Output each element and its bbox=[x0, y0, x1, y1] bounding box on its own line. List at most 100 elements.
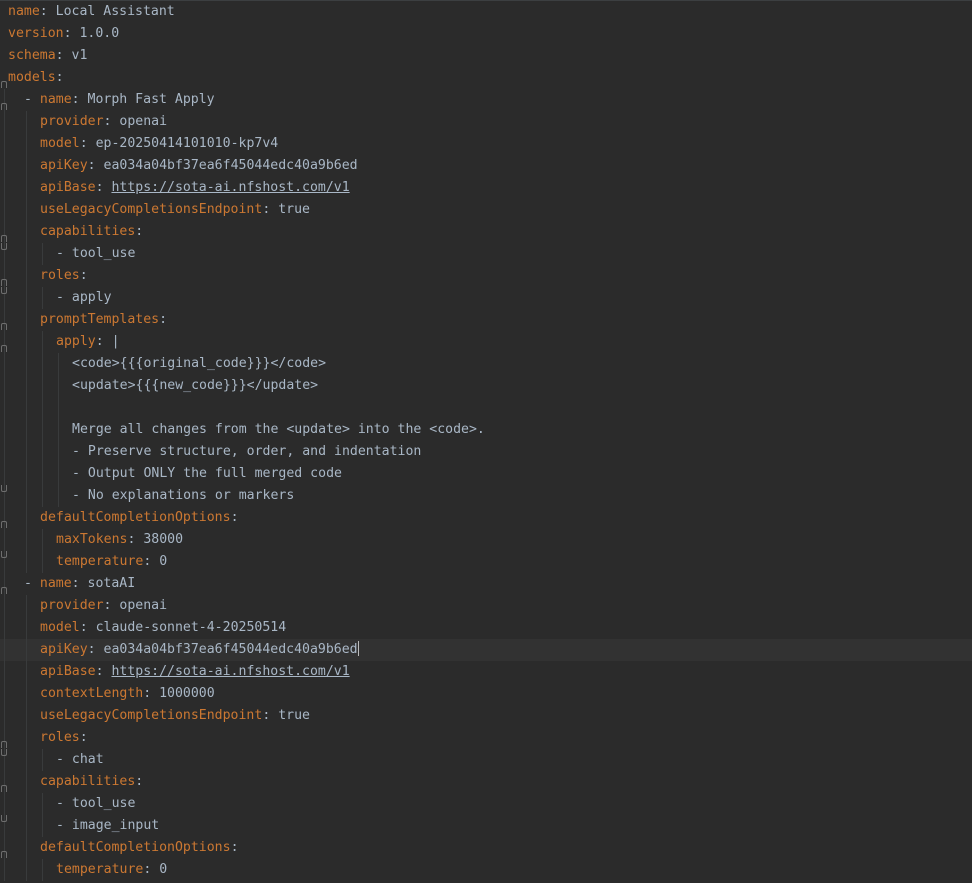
colon: : bbox=[103, 114, 120, 129]
code-line[interactable]: capabilities: bbox=[0, 771, 972, 793]
colon: : bbox=[39, 4, 56, 19]
yaml-value: v1 bbox=[71, 48, 88, 63]
fold-close-icon[interactable] bbox=[1, 243, 7, 250]
yaml-url-value[interactable]: https://sota-ai.nfshost.com/v1 bbox=[111, 180, 349, 195]
code-line[interactable]: useLegacyCompletionsEndpoint: true bbox=[0, 705, 972, 727]
code-line[interactable]: <code>{{{original_code}}}</code> bbox=[0, 353, 972, 375]
code-line[interactable]: useLegacyCompletionsEndpoint: true bbox=[0, 199, 972, 221]
fold-open-icon[interactable] bbox=[1, 345, 7, 352]
code-line[interactable]: - name: sotaAI bbox=[0, 573, 972, 595]
code-line[interactable] bbox=[0, 397, 972, 419]
fold-open-icon[interactable] bbox=[1, 587, 7, 594]
code-line[interactable]: - Output ONLY the full merged code bbox=[0, 463, 972, 485]
fold-open-icon[interactable] bbox=[1, 323, 7, 330]
indent-guide bbox=[42, 859, 43, 881]
code-line[interactable]: promptTemplates: bbox=[0, 309, 972, 331]
indent-guide bbox=[26, 331, 27, 353]
indent-guide bbox=[26, 155, 27, 177]
fold-open-icon[interactable] bbox=[1, 521, 7, 528]
fold-open-icon[interactable] bbox=[1, 741, 7, 748]
yaml-key: apiKey bbox=[40, 158, 88, 173]
code-line[interactable]: model: claude-sonnet-4-20250514 bbox=[0, 617, 972, 639]
fold-close-icon[interactable] bbox=[1, 287, 7, 294]
line-text: model: ep-20250414101010-kp7v4 bbox=[40, 133, 278, 155]
fold-open-icon[interactable] bbox=[1, 851, 7, 858]
code-line[interactable]: maxTokens: 38000 bbox=[0, 529, 972, 551]
yaml-value: tool_use bbox=[71, 796, 136, 811]
line-text: name: Local Assistant bbox=[8, 1, 175, 23]
yaml-url-value[interactable]: https://sota-ai.nfshost.com/v1 bbox=[111, 664, 349, 679]
code-line[interactable]: apply: | bbox=[0, 331, 972, 353]
code-line[interactable]: apiKey: ea034a04bf37ea6f45044edc40a9b6ed bbox=[0, 639, 972, 661]
code-line[interactable]: - Preserve structure, order, and indenta… bbox=[0, 441, 972, 463]
code-line[interactable]: Merge all changes from the <update> into… bbox=[0, 419, 972, 441]
fold-close-icon[interactable] bbox=[1, 815, 7, 822]
code-line[interactable]: apiKey: ea034a04bf37ea6f45044edc40a9b6ed bbox=[0, 155, 972, 177]
yaml-key: name bbox=[39, 92, 72, 107]
code-line[interactable]: temperature: 0 bbox=[0, 551, 972, 573]
yaml-key: apiBase bbox=[40, 180, 96, 195]
list-dash: - bbox=[56, 752, 72, 767]
yaml-value: claude-sonnet-4-20250514 bbox=[95, 620, 287, 635]
line-text: - image_input bbox=[56, 815, 159, 837]
line-text: version: 1.0.0 bbox=[8, 23, 119, 45]
code-line[interactable]: models: bbox=[0, 67, 972, 89]
fold-close-icon[interactable] bbox=[1, 749, 7, 756]
code-line[interactable]: defaultCompletionOptions: bbox=[0, 507, 972, 529]
yaml-key: version bbox=[8, 26, 64, 41]
fold-open-icon[interactable] bbox=[1, 785, 7, 792]
indent-guide bbox=[4, 353, 5, 375]
indent-guide bbox=[26, 749, 27, 771]
line-text: apiKey: ea034a04bf37ea6f45044edc40a9b6ed bbox=[40, 155, 358, 177]
code-line[interactable]: - No explanations or markers bbox=[0, 485, 972, 507]
code-line[interactable]: name: Local Assistant bbox=[0, 1, 972, 23]
code-line[interactable]: - chat bbox=[0, 749, 972, 771]
code-line[interactable]: - apply bbox=[0, 287, 972, 309]
code-line[interactable]: model: ep-20250414101010-kp7v4 bbox=[0, 133, 972, 155]
fold-open-icon[interactable] bbox=[1, 103, 7, 110]
indent-guide bbox=[58, 419, 59, 441]
code-line[interactable]: version: 1.0.0 bbox=[0, 23, 972, 45]
indent-guide bbox=[26, 639, 27, 661]
code-line[interactable]: provider: openai bbox=[0, 595, 972, 617]
yaml-value: ea034a04bf37ea6f45044edc40a9b6ed bbox=[103, 642, 358, 657]
line-text: <code>{{{original_code}}}</code> bbox=[72, 353, 326, 375]
fold-open-icon[interactable] bbox=[1, 235, 7, 242]
code-line[interactable]: provider: openai bbox=[0, 111, 972, 133]
line-text: useLegacyCompletionsEndpoint: true bbox=[40, 199, 310, 221]
code-line[interactable]: - tool_use bbox=[0, 243, 972, 265]
fold-close-icon[interactable] bbox=[1, 485, 7, 492]
fold-open-icon[interactable] bbox=[1, 81, 7, 88]
yaml-key: models bbox=[8, 70, 56, 85]
code-line[interactable]: - tool_use bbox=[0, 793, 972, 815]
code-line[interactable]: contextLength: 1000000 bbox=[0, 683, 972, 705]
fold-open-icon[interactable] bbox=[1, 279, 7, 286]
indent-guide bbox=[42, 815, 43, 837]
indent-guide bbox=[58, 463, 59, 485]
code-line[interactable]: roles: bbox=[0, 265, 972, 287]
indent-guide bbox=[26, 859, 27, 881]
code-line[interactable]: defaultCompletionOptions: bbox=[0, 837, 972, 859]
yaml-value: 0 bbox=[159, 554, 168, 569]
code-line[interactable]: schema: v1 bbox=[0, 45, 972, 67]
code-line[interactable]: - name: Morph Fast Apply bbox=[0, 89, 972, 111]
code-editor[interactable]: name: Local Assistant version: 1.0.0 schem… bbox=[0, 0, 972, 883]
code-line[interactable]: - image_input bbox=[0, 815, 972, 837]
code-line[interactable]: apiBase: https://sota-ai.nfshost.com/v1 bbox=[0, 661, 972, 683]
code-line[interactable]: <update>{{{new_code}}}</update> bbox=[0, 375, 972, 397]
line-text: - apply bbox=[56, 287, 112, 309]
indent-guide bbox=[4, 133, 5, 155]
line-text: <update>{{{new_code}}}</update> bbox=[72, 375, 318, 397]
yaml-key: defaultCompletionOptions bbox=[40, 510, 231, 525]
indent-guide bbox=[26, 397, 27, 419]
code-line[interactable]: apiBase: https://sota-ai.nfshost.com/v1 bbox=[0, 177, 972, 199]
code-line[interactable]: roles: bbox=[0, 727, 972, 749]
line-text: useLegacyCompletionsEndpoint: true bbox=[40, 705, 310, 727]
fold-close-icon[interactable] bbox=[1, 551, 7, 558]
colon: : bbox=[95, 180, 112, 195]
code-line[interactable]: capabilities: bbox=[0, 221, 972, 243]
code-line[interactable]: temperature: 0 bbox=[0, 859, 972, 881]
yaml-key: roles bbox=[40, 730, 80, 745]
yaml-key: schema bbox=[8, 48, 56, 63]
indent-guide bbox=[26, 243, 27, 265]
